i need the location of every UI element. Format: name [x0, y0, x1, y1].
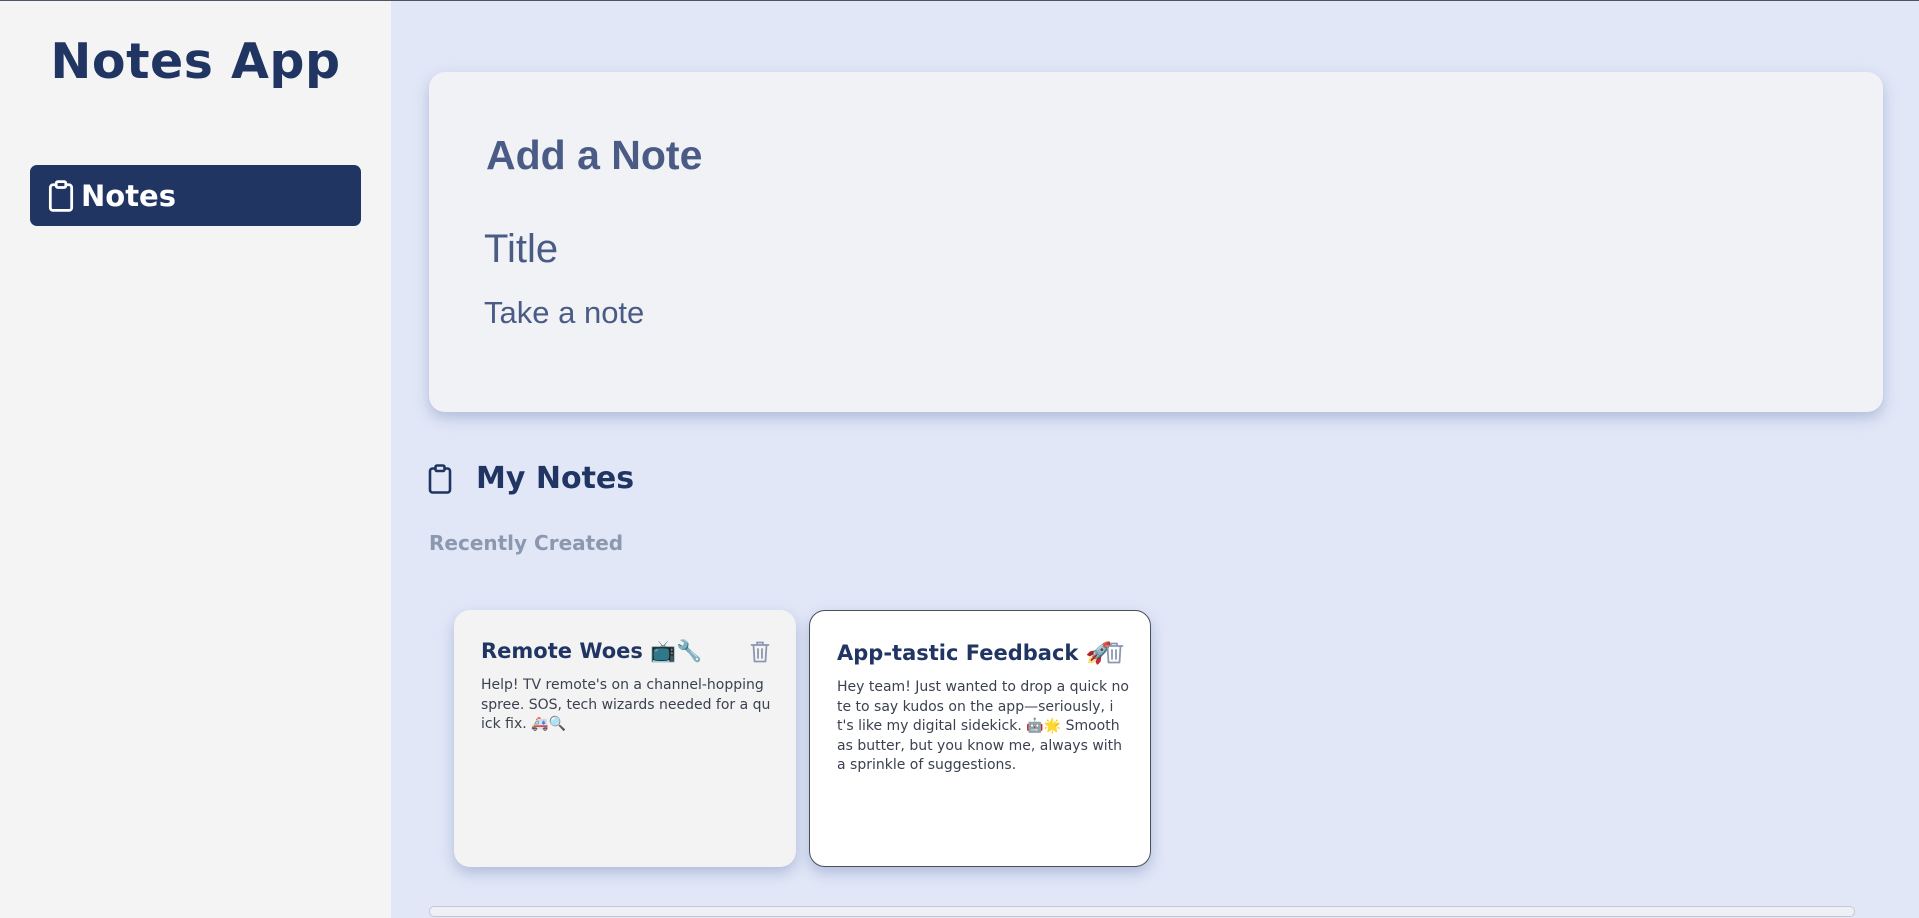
note-title: Remote Woes 📺🔧 [481, 639, 703, 663]
note-title-input[interactable] [484, 222, 1784, 276]
trash-icon[interactable] [750, 640, 770, 664]
horizontal-scrollbar[interactable] [429, 906, 1855, 917]
note-body: Hey team! Just wanted to drop a quick no… [837, 679, 1129, 773]
note-body: Help! TV remote's on a channel-hopping s… [481, 677, 771, 732]
my-notes-header: My Notes [428, 461, 634, 496]
app-title: Notes App [50, 33, 341, 90]
sidebar-item-notes[interactable]: Notes [30, 165, 361, 226]
clipboard-icon [48, 179, 74, 212]
note-card[interactable]: Remote Woes 📺🔧 Help! TV remote's on a ch… [454, 610, 796, 867]
clipboard-icon [428, 463, 452, 494]
my-notes-title: My Notes [476, 461, 635, 496]
sidebar-item-label: Notes [81, 178, 176, 213]
note-card[interactable]: App-tastic Feedback 🚀 Hey team! Just wan… [809, 610, 1151, 867]
recently-created-label: Recently Created [429, 531, 624, 555]
note-title: App-tastic Feedback 🚀 [837, 641, 1112, 665]
add-note-card: Add a Note [429, 72, 1883, 412]
sidebar: Notes App Notes [0, 1, 391, 918]
note-body-input[interactable] [484, 291, 1784, 335]
add-note-heading: Add a Note [486, 132, 703, 178]
trash-icon[interactable] [1104, 641, 1124, 665]
